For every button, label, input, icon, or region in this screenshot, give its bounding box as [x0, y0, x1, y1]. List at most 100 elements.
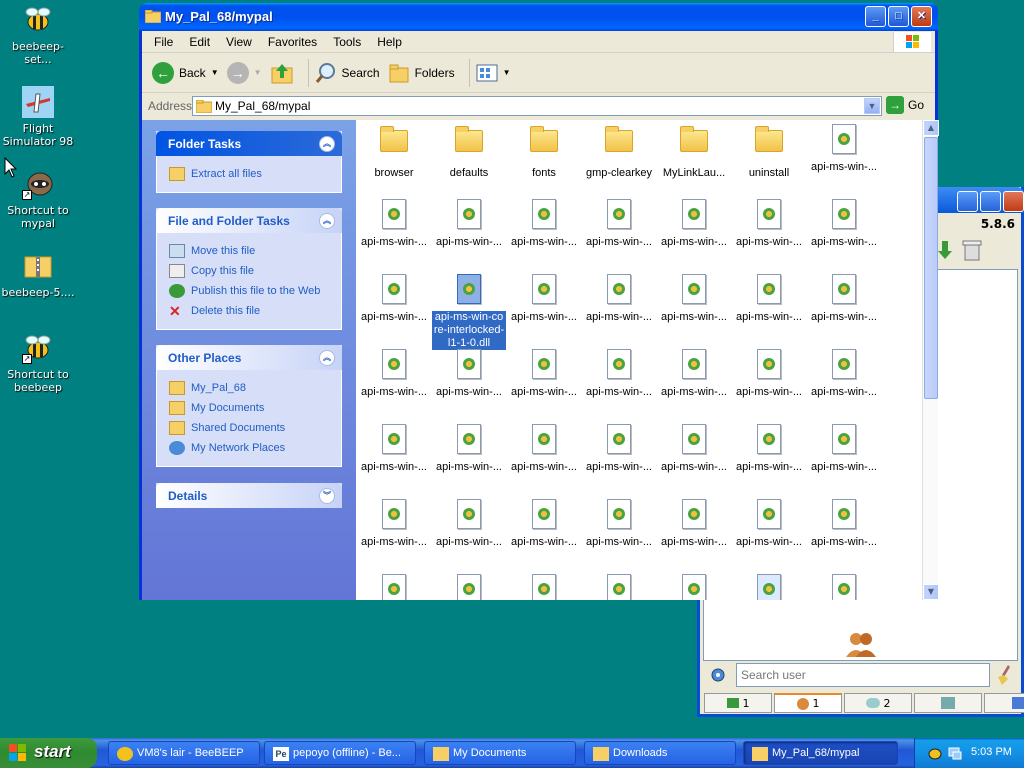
scroll-thumb[interactable] [924, 137, 938, 399]
taskbar-item-downloads[interactable]: Downloads [584, 741, 736, 765]
list-item-dll[interactable] [357, 574, 431, 600]
menu-file[interactable]: File [146, 35, 181, 49]
list-item-dll[interactable]: api-ms-win-... [657, 349, 731, 399]
list-item-dll[interactable]: api-ms-win-... [432, 424, 506, 474]
list-item-dll[interactable]: api-ms-win-... [582, 499, 656, 549]
list-item-dll[interactable]: api-ms-win-... [807, 124, 881, 174]
list-item-folder[interactable]: browser [357, 124, 431, 180]
trash-icon[interactable] [962, 239, 982, 261]
go-button[interactable]: → Go [886, 96, 924, 114]
task-delete-file[interactable]: ✕ Delete this file [169, 301, 331, 321]
place-shared-documents[interactable]: Shared Documents [169, 418, 331, 438]
settings-gear-icon[interactable] [710, 667, 726, 683]
list-item-folder[interactable]: uninstall [732, 124, 806, 180]
minimize-button[interactable]: _ [865, 6, 886, 27]
other-places-header[interactable]: Other Places ︽ [156, 345, 342, 370]
list-item-dll[interactable]: api-ms-win-... [357, 499, 431, 549]
list-item-dll[interactable]: api-ms-win-... [732, 424, 806, 474]
tab-files[interactable] [984, 693, 1024, 713]
list-item-dll[interactable] [582, 574, 656, 600]
taskbar-item-mypal-folder[interactable]: My_Pal_68/mypal [743, 741, 898, 765]
list-item-dll[interactable]: api-ms-win-... [357, 199, 431, 249]
list-item-dll[interactable]: api-ms-win-... [582, 199, 656, 249]
list-item-dll[interactable]: api-ms-win-... [582, 274, 656, 324]
list-item-dll[interactable]: api-ms-win-... [507, 199, 581, 249]
file-list[interactable]: browser defaults fonts gmp-clearkey MyLi… [356, 120, 922, 600]
search-button[interactable]: Search [315, 62, 380, 84]
list-item-dll[interactable] [657, 574, 731, 600]
scroll-down-button[interactable]: ▼ [923, 584, 939, 600]
close-button[interactable]: ✕ [911, 6, 932, 27]
list-item-dll[interactable]: api-ms-win-... [357, 349, 431, 399]
list-item-dll[interactable]: api-ms-win-... [582, 349, 656, 399]
list-item-dll[interactable]: api-ms-win-... [807, 499, 881, 549]
close-button[interactable] [1003, 191, 1024, 212]
list-item-dll[interactable]: api-ms-win-... [732, 349, 806, 399]
tab-chats[interactable]: 1 [704, 693, 772, 713]
collapse-chevron-icon[interactable]: ︽ [319, 350, 335, 366]
back-button[interactable]: ← Back ▼ [152, 61, 219, 84]
list-item-dll[interactable]: api-ms-win-... [732, 199, 806, 249]
views-button[interactable]: ▼ [476, 64, 511, 82]
list-item-dll[interactable] [507, 574, 581, 600]
task-extract-all[interactable]: Extract all files [169, 164, 331, 184]
list-item-dll[interactable]: api-ms-win-... [657, 199, 731, 249]
explorer-titlebar[interactable]: My_Pal_68/mypal _ □ ✕ [139, 3, 938, 31]
list-item-dll[interactable]: api-ms-win-... [657, 274, 731, 324]
vertical-scrollbar[interactable]: ▲ ▼ [922, 120, 939, 600]
explorer-window[interactable]: My_Pal_68/mypal _ □ ✕ File Edit View Fav… [139, 3, 939, 600]
address-field[interactable]: My_Pal_68/mypal ▼ [192, 96, 882, 116]
search-user-input[interactable]: Search user [736, 663, 990, 687]
taskbar-item-beebeep[interactable]: VM8's lair - BeeBEEP [108, 741, 260, 765]
place-my-pal[interactable]: My_Pal_68 [169, 378, 331, 398]
list-item-folder[interactable]: MyLinkLau... [657, 124, 731, 180]
menu-view[interactable]: View [218, 35, 260, 49]
list-item-dll[interactable] [732, 574, 806, 600]
scroll-up-button[interactable]: ▲ [923, 120, 939, 136]
file-folder-tasks-header[interactable]: File and Folder Tasks ︽ [156, 208, 342, 233]
list-item-dll[interactable]: api-ms-win-... [357, 424, 431, 474]
up-folder-button[interactable] [270, 62, 294, 84]
taskbar-item-pepoyo[interactable]: Pe pepoyo (offline) - Be... [264, 741, 416, 765]
collapse-chevron-icon[interactable]: ︽ [319, 136, 335, 152]
task-copy-file[interactable]: Copy this file [169, 261, 331, 281]
list-item-dll[interactable] [807, 574, 881, 600]
list-item-dll[interactable]: api-ms-win-... [507, 424, 581, 474]
menu-help[interactable]: Help [369, 35, 410, 49]
tab-groups[interactable] [914, 693, 982, 713]
desktop-icon-shortcut-beebeep[interactable]: ↗ Shortcut to beebeep [0, 332, 76, 394]
forward-button[interactable]: → ▼ [226, 61, 262, 84]
list-item-dll[interactable]: api-ms-win-... [432, 349, 506, 399]
maximize-button[interactable] [980, 191, 1001, 212]
collapse-chevron-icon[interactable]: ︽ [319, 213, 335, 229]
taskbar-item-my-documents[interactable]: My Documents [424, 741, 576, 765]
address-dropdown-button[interactable]: ▼ [864, 98, 880, 114]
folder-tasks-header[interactable]: Folder Tasks ︽ [156, 131, 342, 156]
list-item-dll[interactable]: api-ms-win-... [357, 274, 431, 324]
list-item-folder[interactable]: defaults [432, 124, 506, 180]
list-item-dll[interactable]: api-ms-win-... [807, 274, 881, 324]
list-item-dll[interactable]: api-ms-win-... [507, 499, 581, 549]
tab-messages[interactable]: 2 [844, 693, 912, 713]
list-item-dll[interactable]: api-ms-win-core-interlocked-l1-1-0.dll [432, 274, 506, 350]
list-item-dll[interactable]: api-ms-win-... [582, 424, 656, 474]
desktop-icon-flight-simulator[interactable]: Flight Simulator 98 [0, 86, 76, 148]
list-item-dll[interactable] [432, 574, 506, 600]
expand-chevron-icon[interactable]: ︾ [319, 488, 335, 504]
maximize-button[interactable]: □ [888, 6, 909, 27]
list-item-dll[interactable]: api-ms-win-... [807, 424, 881, 474]
task-move-file[interactable]: Move this file [169, 241, 331, 261]
place-my-documents[interactable]: My Documents [169, 398, 331, 418]
list-item-dll[interactable]: api-ms-win-... [432, 499, 506, 549]
menu-favorites[interactable]: Favorites [260, 35, 325, 49]
folders-button[interactable]: Folders [388, 63, 455, 83]
list-item-dll[interactable]: api-ms-win-... [657, 499, 731, 549]
download-arrow-icon[interactable] [938, 241, 952, 261]
list-item-dll[interactable]: api-ms-win-... [432, 199, 506, 249]
place-network[interactable]: My Network Places [169, 438, 331, 458]
start-button[interactable]: start [0, 738, 97, 768]
list-item-dll[interactable]: api-ms-win-... [507, 274, 581, 324]
menu-edit[interactable]: Edit [181, 35, 218, 49]
desktop-icon-beebeep-setup[interactable]: beebeep-set... [0, 4, 76, 66]
list-item-folder[interactable]: fonts [507, 124, 581, 180]
